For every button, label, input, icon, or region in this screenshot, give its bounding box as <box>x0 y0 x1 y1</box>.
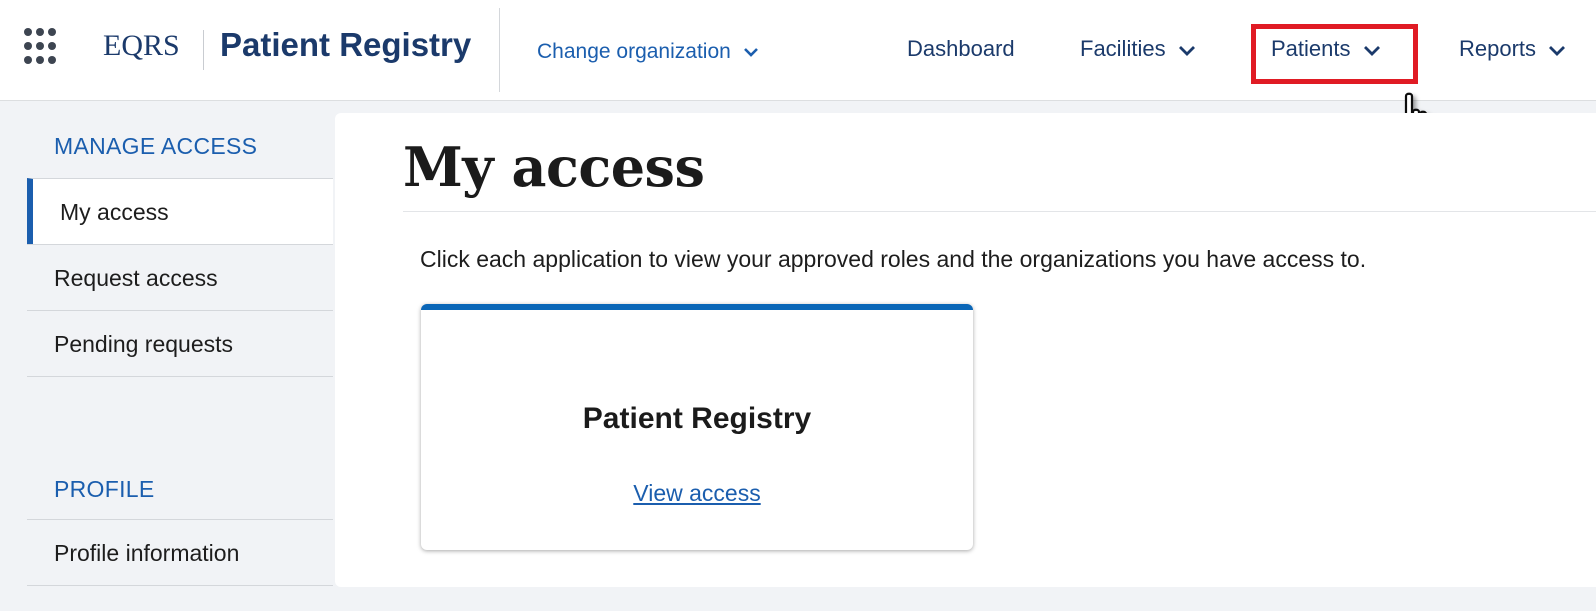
sidebar-item-request-access[interactable]: Request access <box>27 244 333 310</box>
title-divider <box>403 211 1596 212</box>
brand-logo[interactable]: EQRS <box>103 29 180 63</box>
grid-dot <box>48 56 56 64</box>
sidebar-item-my-access[interactable]: My access <box>27 178 333 244</box>
grid-dot <box>24 42 32 50</box>
manage-access-heading: MANAGE ACCESS <box>54 133 258 159</box>
nav-facilities[interactable]: Facilities <box>1080 36 1196 62</box>
sidebar-item-profile-information[interactable]: Profile information <box>27 519 333 585</box>
change-organization-label: Change organization <box>537 40 731 63</box>
grid-dot <box>36 56 44 64</box>
header-divider <box>499 8 500 92</box>
sidebar-item-pending-requests[interactable]: Pending requests <box>27 310 333 376</box>
chevron-down-icon <box>1178 45 1195 56</box>
sidebar-divider <box>27 585 333 586</box>
top-header: EQRS Patient Registry Change organizatio… <box>0 0 1596 101</box>
sidebar-item-label: Profile information <box>54 540 240 566</box>
grid-dot <box>48 42 56 50</box>
sidebar-item-label: My access <box>60 199 169 225</box>
grid-dot <box>36 42 44 50</box>
brand-divider <box>203 30 204 70</box>
nav-dashboard[interactable]: Dashboard <box>907 36 1015 62</box>
grid-dot <box>36 28 44 36</box>
change-organization-button[interactable]: Change organization <box>537 40 759 64</box>
product-name[interactable]: Patient Registry <box>220 26 471 64</box>
card-title: Patient Registry <box>582 402 812 435</box>
page-title: My access <box>403 135 705 199</box>
nav-facilities-label: Facilities <box>1080 36 1166 61</box>
patients-highlight-box <box>1251 24 1418 84</box>
sidebar-item-label: Request access <box>54 265 218 291</box>
application-card: Patient Registry View access <box>421 304 973 550</box>
sidebar-divider <box>27 376 333 377</box>
grid-dot <box>48 28 56 36</box>
sidebar-item-label: Pending requests <box>54 331 234 357</box>
nav-dashboard-label: Dashboard <box>907 36 1015 61</box>
grid-dot <box>24 56 32 64</box>
view-access-link[interactable]: View access <box>421 480 973 507</box>
intro-text: Click each application to view your appr… <box>420 246 1367 272</box>
chevron-down-icon <box>743 48 758 58</box>
main-content: My access Click each application to view… <box>335 113 1596 587</box>
profile-heading: PROFILE <box>54 476 155 502</box>
sidebar: MANAGE ACCESS My access Request access P… <box>0 100 333 611</box>
nav-reports-label: Reports <box>1459 36 1537 61</box>
chevron-down-icon <box>1549 45 1566 56</box>
app-launcher-icon[interactable] <box>24 28 62 66</box>
grid-dot <box>24 28 32 36</box>
nav-reports[interactable]: Reports <box>1459 36 1566 62</box>
